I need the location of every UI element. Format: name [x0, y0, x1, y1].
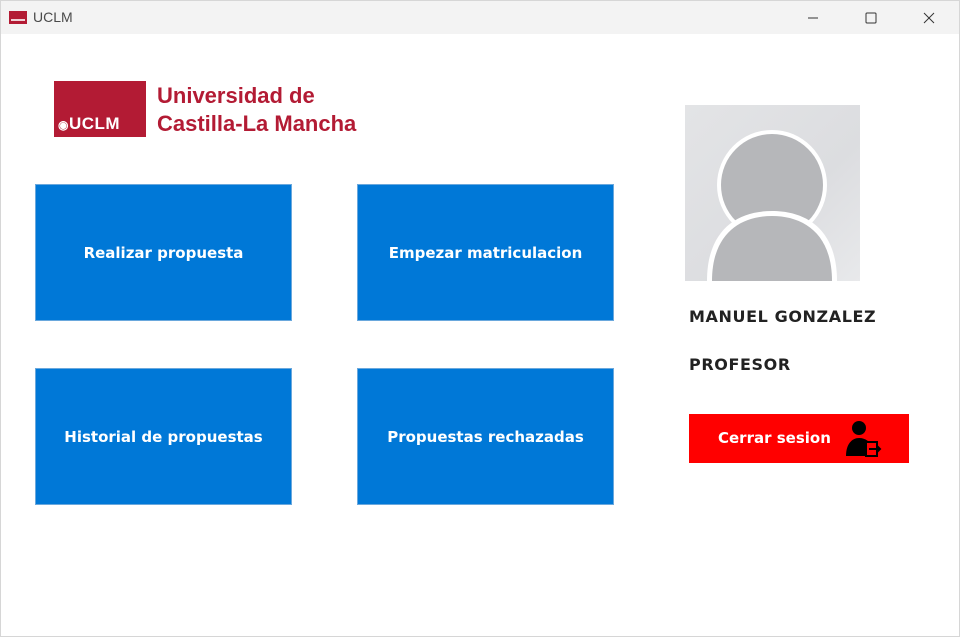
user-name: MANUEL GONZALEZ — [689, 307, 877, 326]
title-bar[interactable]: UCLM — [1, 1, 959, 34]
user-avatar — [685, 105, 860, 281]
close-button[interactable] — [900, 1, 958, 34]
minimize-icon — [808, 17, 818, 18]
logo-badge-text: ◉UCLM — [58, 114, 121, 133]
uclm-logo: ◉UCLM Universidad de Castilla-La Mancha — [54, 81, 384, 139]
minimize-button[interactable] — [784, 1, 842, 34]
user-logout-icon — [846, 421, 882, 457]
user-role: PROFESOR — [689, 355, 791, 374]
app-window: UCLM ◉UCLM Universidad de Castilla-La Ma… — [0, 0, 960, 637]
window-title: UCLM — [33, 9, 73, 25]
logout-label: Cerrar sesion — [718, 429, 831, 447]
logo-university-line2: Castilla-La Mancha — [157, 111, 357, 136]
maximize-button[interactable] — [842, 1, 900, 34]
logo-university-line1: Universidad de — [157, 83, 315, 108]
close-icon — [923, 12, 935, 23]
propuestas-rechazadas-button[interactable]: Propuestas rechazadas — [357, 368, 614, 505]
logo-wifi-icon: ◉ — [58, 118, 69, 132]
default-user-avatar-icon — [707, 130, 837, 281]
maximize-icon — [865, 12, 877, 23]
historial-propuestas-button[interactable]: Historial de propuestas — [35, 368, 292, 505]
app-icon — [9, 11, 27, 24]
realizar-propuesta-button[interactable]: Realizar propuesta — [35, 184, 292, 321]
logo-badge: ◉UCLM — [54, 81, 146, 137]
empezar-matriculacion-button[interactable]: Empezar matriculacion — [357, 184, 614, 321]
logout-button[interactable]: Cerrar sesion — [689, 414, 909, 463]
